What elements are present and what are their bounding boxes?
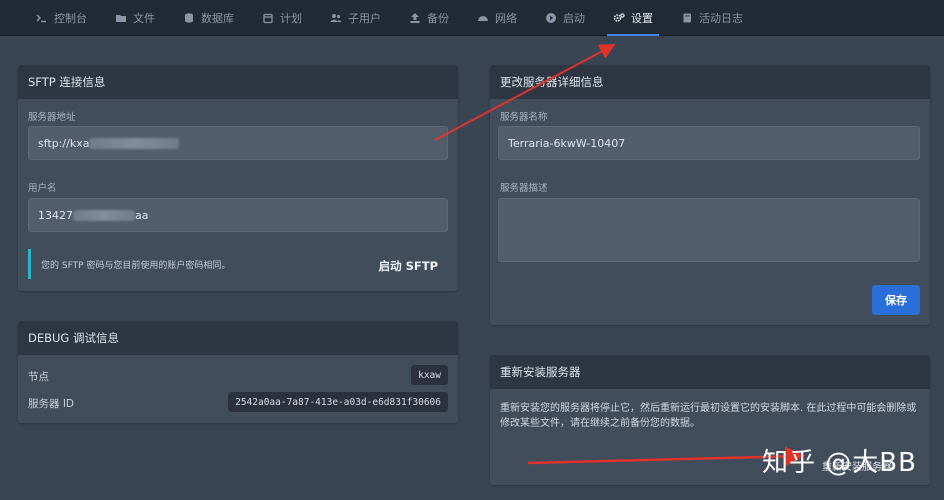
network-icon bbox=[478, 15, 488, 21]
server-address-field[interactable]: sftp://kxa bbox=[28, 126, 448, 160]
book-icon bbox=[683, 13, 691, 22]
terminal-icon bbox=[36, 13, 46, 22]
users-icon bbox=[330, 13, 342, 22]
tab-backups[interactable]: 备份 bbox=[395, 0, 463, 36]
server-id-label: 服务器 ID bbox=[28, 398, 75, 410]
username-suffix: aa bbox=[135, 208, 149, 222]
server-address-value: sftp://kxa bbox=[38, 136, 90, 150]
calendar-icon bbox=[263, 13, 273, 23]
play-icon bbox=[546, 12, 556, 23]
tab-label: 数据库 bbox=[201, 11, 234, 25]
server-name-label: 服务器名称 bbox=[500, 112, 548, 123]
tab-subusers[interactable]: 子用户 bbox=[316, 0, 395, 36]
tab-databases[interactable]: 数据库 bbox=[169, 0, 248, 36]
server-description-input[interactable] bbox=[498, 198, 920, 262]
server-description-label: 服务器描述 bbox=[500, 183, 548, 194]
tab-label: 备份 bbox=[427, 11, 449, 25]
save-button[interactable]: 保存 bbox=[872, 285, 920, 315]
username-label: 用户名 bbox=[28, 183, 57, 194]
panel-title: 重新安装服务器 bbox=[490, 355, 930, 389]
upload-icon bbox=[410, 12, 420, 23]
sftp-panel: SFTP 连接信息 服务器地址 sftp://kxa 用户名 13427 aa … bbox=[18, 65, 458, 291]
username-field[interactable]: 13427 aa bbox=[28, 198, 448, 232]
tab-label: 子用户 bbox=[348, 11, 381, 25]
database-icon bbox=[185, 12, 193, 23]
tab-network[interactable]: 网络 bbox=[463, 0, 531, 36]
tab-console[interactable]: 控制台 bbox=[22, 0, 101, 36]
folder-icon bbox=[116, 14, 126, 22]
debug-panel: DEBUG 调试信息 节点 kxaw 服务器 ID 2542a0aa-7a87-… bbox=[18, 321, 458, 423]
gears-icon bbox=[613, 12, 625, 22]
tab-label: 文件 bbox=[133, 11, 155, 25]
tab-label: 启动 bbox=[563, 11, 585, 25]
tab-schedules[interactable]: 计划 bbox=[248, 0, 316, 36]
panel-title: SFTP 连接信息 bbox=[18, 65, 458, 99]
reinstall-description: 重新安装您的服务器将停止它，然后重新运行最初设置它的安装脚本. 在此过程中可能会… bbox=[500, 403, 917, 429]
username-prefix: 13427 bbox=[38, 208, 73, 222]
tab-activity-log[interactable]: 活动日志 bbox=[667, 0, 757, 36]
tab-files[interactable]: 文件 bbox=[101, 0, 169, 36]
node-label: 节点 bbox=[28, 371, 49, 383]
redacted-text bbox=[73, 209, 135, 221]
tab-settings[interactable]: 设置 bbox=[599, 0, 667, 36]
tab-label: 计划 bbox=[280, 11, 302, 25]
tab-label: 网络 bbox=[495, 11, 517, 25]
tab-label: 设置 bbox=[631, 11, 653, 25]
server-address-label: 服务器地址 bbox=[28, 112, 76, 123]
server-details-panel: 更改服务器详细信息 服务器名称 Terraria-6kwW-10407 服务器描… bbox=[490, 65, 930, 325]
redacted-text bbox=[89, 137, 180, 149]
top-nav: 控制台 文件 数据库 计划 子用户 备份 网络 启动 设置 活动日志 bbox=[0, 0, 944, 36]
tab-startup[interactable]: 启动 bbox=[531, 0, 599, 36]
server-name-input[interactable]: Terraria-6kwW-10407 bbox=[498, 126, 920, 160]
tab-label: 活动日志 bbox=[699, 11, 743, 25]
watermark: 知乎 @大BB bbox=[762, 448, 917, 478]
tab-label: 控制台 bbox=[54, 11, 87, 25]
panel-title: 更改服务器详细信息 bbox=[490, 65, 930, 99]
launch-sftp-button[interactable]: 启动 SFTP bbox=[379, 258, 438, 274]
panel-title: DEBUG 调试信息 bbox=[18, 321, 458, 355]
node-value: kxaw bbox=[411, 365, 448, 385]
server-id-value: 2542a0aa-7a87-413e-a03d-e6d831f30606 bbox=[228, 392, 448, 412]
